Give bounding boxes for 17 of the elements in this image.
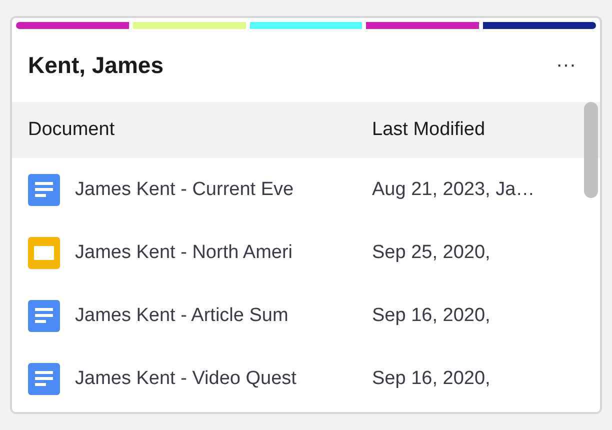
scrollbar[interactable] bbox=[584, 102, 598, 198]
more-menu-button[interactable]: ··· bbox=[552, 54, 580, 77]
document-icon bbox=[28, 300, 60, 332]
document-name[interactable]: James Kent - Article Sum bbox=[75, 304, 372, 326]
modified-date: Sep 16, 2020, bbox=[372, 304, 490, 326]
slides-icon bbox=[28, 236, 60, 268]
modified-date: Aug 21, 2023, Ja… bbox=[372, 178, 535, 200]
column-header: Last Modified bbox=[372, 119, 486, 141]
document-icon bbox=[28, 362, 60, 394]
modified-date: Sep 25, 2020, bbox=[372, 242, 490, 264]
column-header: Document bbox=[28, 119, 116, 141]
document-name[interactable]: James Kent - Current Eve bbox=[75, 178, 372, 200]
document-name[interactable]: James Kent - Video Quest bbox=[75, 368, 372, 390]
modified-date: Sep 16, 2020, bbox=[372, 368, 490, 390]
document-icon bbox=[28, 174, 60, 206]
document-name[interactable]: James Kent - North Ameri bbox=[75, 242, 372, 264]
card-title: Kent, James bbox=[28, 52, 164, 79]
